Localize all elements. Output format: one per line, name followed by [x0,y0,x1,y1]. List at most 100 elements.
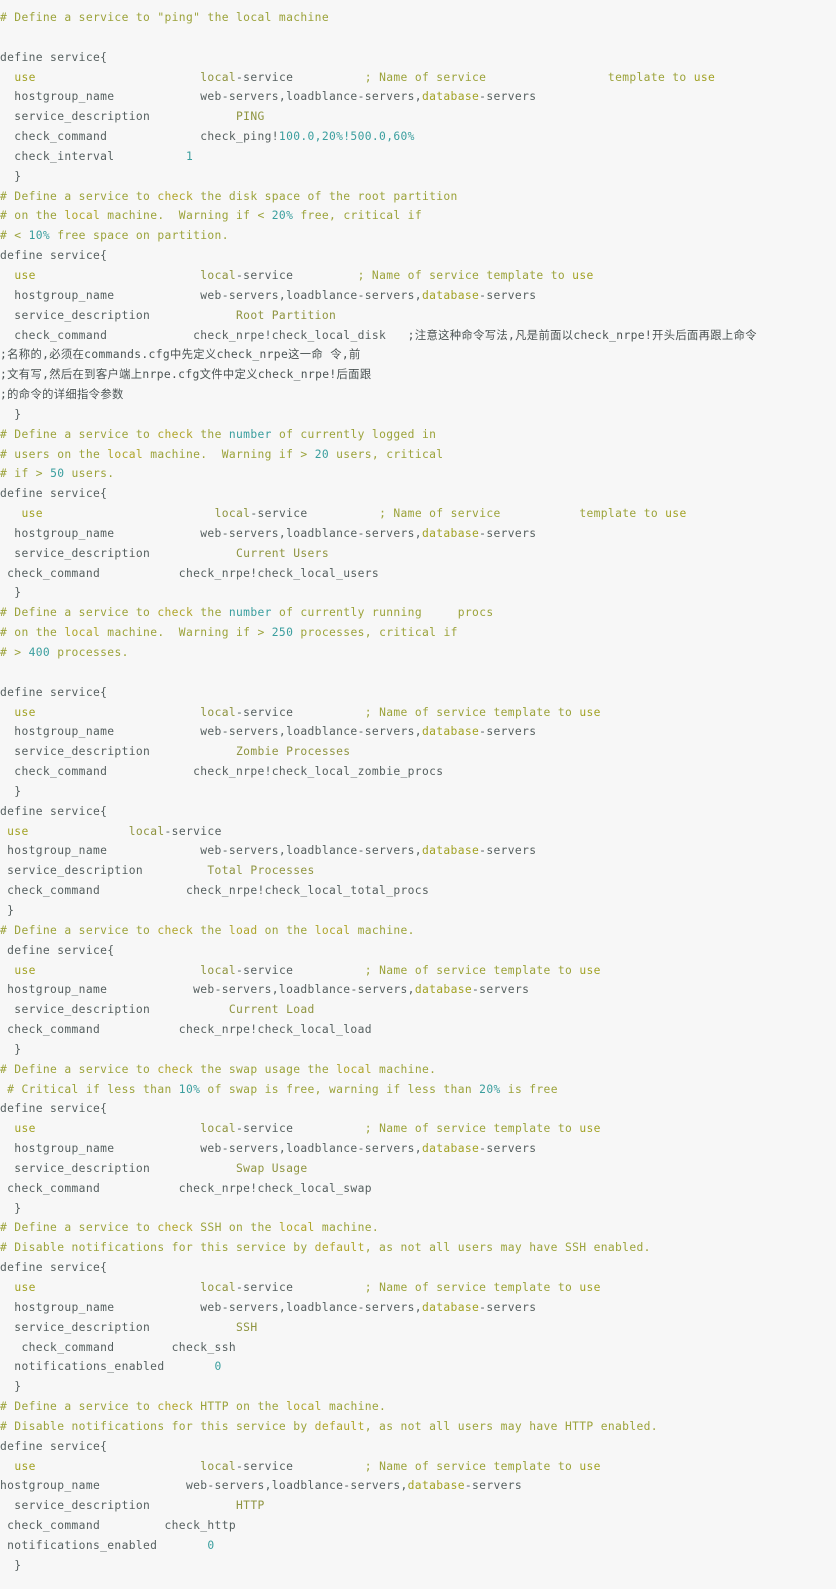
code-token: } [0,1201,22,1215]
code-token: check_command [0,1181,101,1195]
code-token: service_description [0,1003,151,1017]
code-token: database [421,844,480,858]
code-line: use local-service ; Name of service temp… [0,266,836,286]
code-token: -service [250,507,308,521]
code-token: ;名称的,必须在commands.cfg中先定义check_nrpe这一命 令,… [0,348,361,362]
code-token: check [157,1400,194,1414]
code-token: 250 [271,626,294,640]
code-token: web-servers,loadblance-servers, [185,1479,408,1493]
code-token: users. [64,467,115,481]
code-line: service_description HTTP [0,1496,836,1516]
code-token: } [0,1380,22,1394]
code-token: use [579,1122,601,1136]
code-token: 20% [479,1082,501,1096]
code-token: HTTP on the [193,1400,287,1414]
code-token: define service{ [0,1102,108,1116]
code-token: 100.0,20%!500.0,60% [278,130,415,144]
code-token: free space on partition. [50,229,229,243]
code-line: check_command check_nrpe!check_local_swa… [0,1179,836,1199]
code-line: hostgroup_name web-servers,loadblance-se… [0,1139,836,1159]
code-token: use [21,507,43,521]
code-token: } [0,1042,22,1056]
code-line: use local-service ; Name of service temp… [0,1278,836,1298]
code-token: if [400,209,422,223]
code-token: use [14,70,36,84]
code-token: } [0,169,22,183]
code-token: check_command [0,1023,101,1037]
code-token: local [200,70,237,84]
code-token: local [278,1221,315,1235]
code-token: processes. [50,646,129,659]
code-token: if [436,626,458,640]
code-token: ;注意这种命令写法,凡是前面以check_nrpe!开头后面再跟上命令 [407,328,757,342]
code-line: } [0,405,836,425]
code-line: service_description Total Processes [0,861,836,881]
code-token: # Define a service to [0,427,158,441]
code-token: use [14,1122,36,1136]
code-token: on the [257,923,315,937]
code-token: ;的命令的详细指令参数 [0,388,124,402]
code-line: use local-service ; Name of service temp… [0,1457,836,1477]
code-token: number [228,606,272,620]
code-token: the local machine [200,11,329,24]
code-token: # Disable notifications for this service… [0,1241,315,1255]
code-token: check [157,189,194,203]
code-line: # on the local machine. Warning if > 250… [0,623,836,643]
code-line: define service{ [0,1437,836,1457]
code-token: Zombie Processes [236,745,351,759]
code-token: -service [236,963,294,977]
code-line: } [0,782,836,802]
code-token: check_ssh [171,1340,237,1354]
code-token: define service{ [0,685,108,699]
code-token: PING [236,110,265,124]
code-block[interactable]: # Define a service to "ping" the local m… [0,0,836,1589]
code-token: template to [607,70,694,84]
code-token: check_nrpe!check_local_load [178,1023,372,1037]
code-line: # users on the local machine. Warning if… [0,445,836,465]
code-token: -servers [479,725,537,739]
code-line: notifications_enabled 0 [0,1536,836,1556]
code-token: -service [236,1459,294,1473]
code-token: machine. [371,1062,437,1076]
code-token: # on the [0,209,65,223]
code-line: use local-service ; Name of service temp… [0,504,836,524]
code-line: ;文有写,然后在到客户端上nrpe.cfg文件中定义check_nrpe!后面跟 [0,365,836,385]
code-token: database [414,983,473,997]
code-token: notifications_enabled [0,1538,158,1552]
code-token: # users on the [0,447,108,461]
code-token: # < [0,229,29,243]
code-token: local [64,209,101,223]
code-token: service_description [0,308,151,322]
code-token: web-servers,loadblance-servers, [200,288,422,302]
code-token: ; Name of service [364,70,487,84]
code-line: ;的命令的详细指令参数 [0,385,836,405]
code-token: local [128,824,165,838]
code-line: service_description PING [0,107,836,127]
code-token: use [579,1281,601,1294]
code-token: default [314,1419,365,1433]
code-token: local [214,507,251,521]
code-token: -service [236,1281,294,1294]
code-token: 400 [28,646,51,659]
code-token: use [579,705,601,719]
code-token: check_nrpe!check_local_users [178,566,380,580]
code-line: check_command check_nrpe!check_local_zom… [0,762,836,782]
code-token: check_command [0,130,108,144]
code-token: # Define a service to [0,11,158,24]
